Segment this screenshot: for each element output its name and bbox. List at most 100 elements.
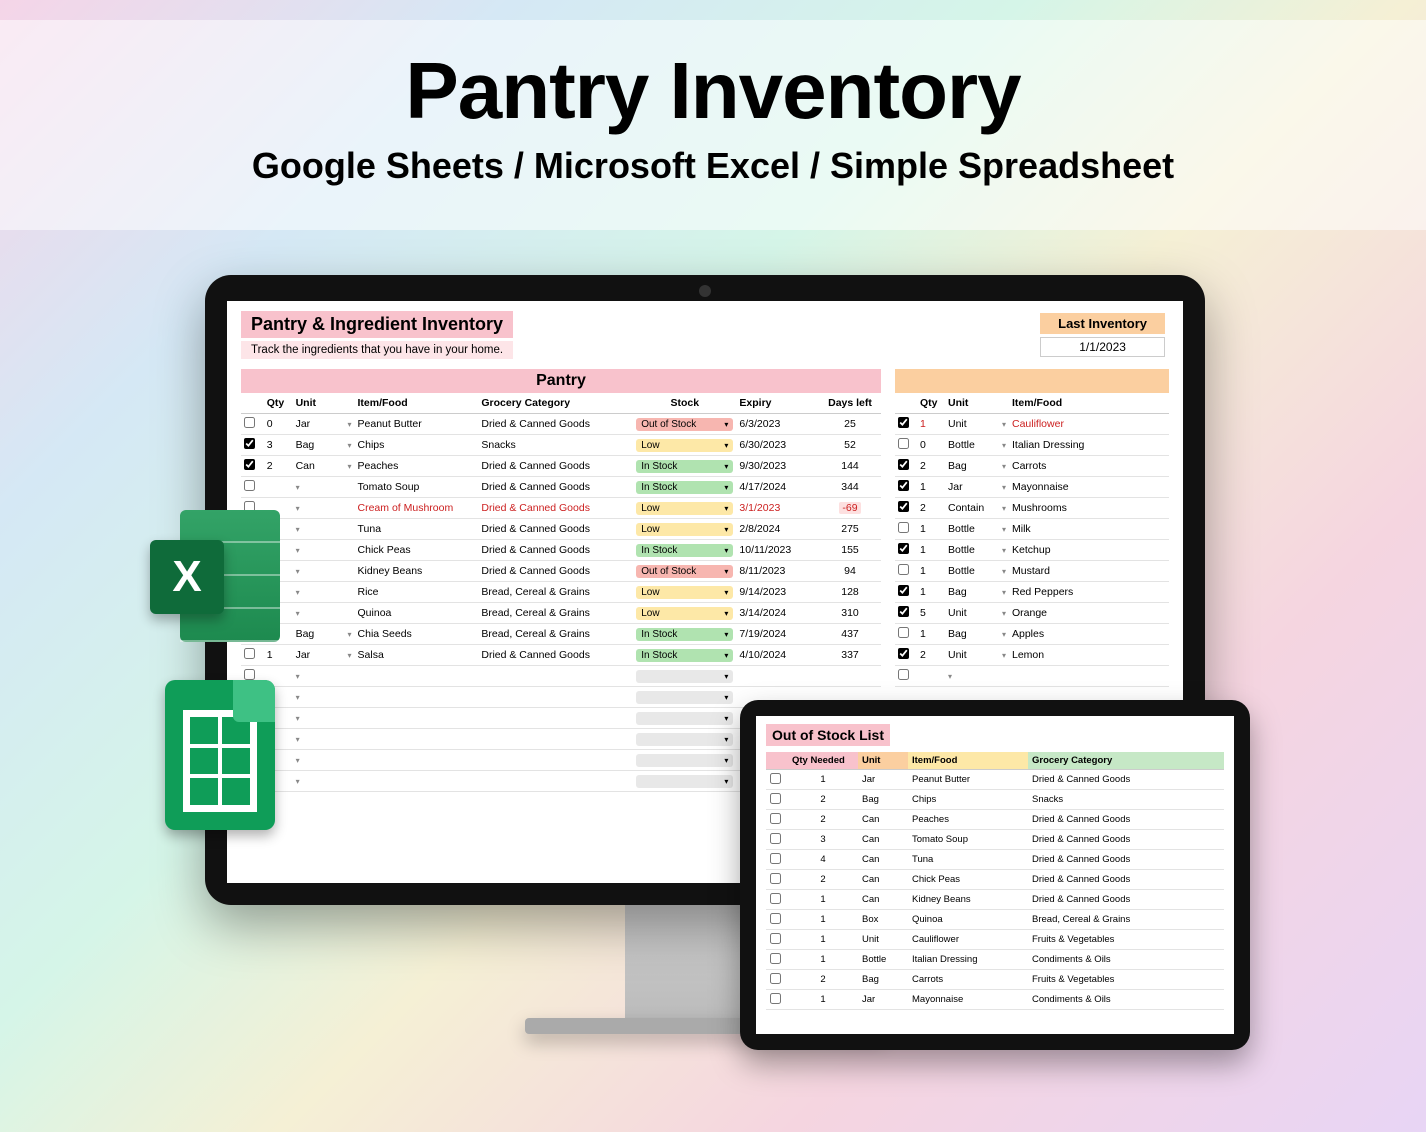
row-checkbox[interactable] — [770, 893, 781, 904]
cell-grocery[interactable]: Condiments & Oils — [1028, 950, 1224, 970]
cell-unit[interactable] — [293, 561, 355, 582]
cell-qty[interactable] — [264, 477, 293, 498]
cell-item[interactable]: Tuna — [908, 850, 1028, 870]
cell-grocery[interactable]: Bread, Cereal & Grains — [478, 624, 633, 645]
row-checkbox[interactable] — [898, 606, 909, 617]
row-checkbox[interactable] — [770, 933, 781, 944]
row-checkbox[interactable] — [898, 417, 909, 428]
cell-qty[interactable]: 2 — [264, 456, 293, 477]
cell-qty[interactable]: 1 — [788, 770, 858, 790]
cell-stock[interactable]: Low — [633, 498, 736, 519]
cell-grocery[interactable]: Dried & Canned Goods — [478, 477, 633, 498]
cell-grocery[interactable]: Fruits & Vegetables — [1028, 930, 1224, 950]
cell-item[interactable]: Red Peppers — [1009, 582, 1169, 603]
cell-item[interactable]: Carrots — [1009, 456, 1169, 477]
cell-qty[interactable]: 2 — [917, 498, 945, 519]
cell-unit[interactable]: Bottle — [945, 435, 1009, 456]
cell-grocery[interactable]: Bread, Cereal & Grains — [1028, 910, 1224, 930]
cell-expiry[interactable]: 7/19/2024 — [736, 624, 819, 645]
cell-item[interactable]: Peanut Butter — [908, 770, 1028, 790]
cell-qty[interactable]: 3 — [264, 435, 293, 456]
cell-expiry[interactable]: 8/11/2023 — [736, 561, 819, 582]
cell-unit[interactable]: Bag — [858, 790, 908, 810]
row-checkbox[interactable] — [770, 953, 781, 964]
cell-item[interactable]: Rice — [355, 582, 479, 603]
cell-grocery[interactable]: Bread, Cereal & Grains — [478, 582, 633, 603]
cell-stock[interactable]: Low — [633, 582, 736, 603]
cell-stock[interactable]: In Stock — [633, 477, 736, 498]
cell-grocery[interactable]: Dried & Canned Goods — [1028, 810, 1224, 830]
cell-item[interactable]: Italian Dressing — [1009, 435, 1169, 456]
row-checkbox[interactable] — [770, 973, 781, 984]
cell-unit[interactable]: Bag — [293, 435, 355, 456]
cell-item[interactable]: Quinoa — [908, 910, 1028, 930]
cell-item[interactable]: Chick Peas — [355, 540, 479, 561]
cell-qty[interactable]: 2 — [788, 790, 858, 810]
cell-item[interactable]: Peanut Butter — [355, 414, 479, 435]
cell-qty[interactable]: 4 — [788, 850, 858, 870]
cell-unit[interactable]: Unit — [858, 930, 908, 950]
cell-grocery[interactable]: Dried & Canned Goods — [478, 519, 633, 540]
cell-unit[interactable] — [293, 498, 355, 519]
cell-qty[interactable]: 0 — [917, 435, 945, 456]
row-checkbox[interactable] — [770, 833, 781, 844]
cell-item[interactable]: Kidney Beans — [355, 561, 479, 582]
cell-qty[interactable]: 2 — [788, 810, 858, 830]
cell-qty[interactable]: 1 — [917, 414, 945, 435]
cell-unit[interactable]: Can — [858, 810, 908, 830]
cell-qty[interactable]: 2 — [917, 456, 945, 477]
cell-stock[interactable]: Low — [633, 603, 736, 624]
cell-grocery[interactable]: Dried & Canned Goods — [1028, 870, 1224, 890]
cell-item[interactable]: Lemon — [1009, 645, 1169, 666]
cell-item[interactable]: Chick Peas — [908, 870, 1028, 890]
cell-grocery[interactable]: Snacks — [1028, 790, 1224, 810]
cell-item[interactable]: Kidney Beans — [908, 890, 1028, 910]
cell-grocery[interactable]: Dried & Canned Goods — [478, 456, 633, 477]
cell-item[interactable]: Tomato Soup — [908, 830, 1028, 850]
cell-grocery[interactable]: Dried & Canned Goods — [478, 498, 633, 519]
cell-unit[interactable]: Box — [858, 910, 908, 930]
cell-unit[interactable]: Unit — [945, 645, 1009, 666]
cell-qty[interactable]: 1 — [788, 990, 858, 1010]
cell-qty[interactable]: 5 — [917, 603, 945, 624]
cell-grocery[interactable]: Dried & Canned Goods — [1028, 830, 1224, 850]
cell-unit[interactable]: Can — [858, 850, 908, 870]
cell-grocery[interactable]: Bread, Cereal & Grains — [478, 603, 633, 624]
cell-item[interactable]: Mayonnaise — [908, 990, 1028, 1010]
cell-stock[interactable]: Out of Stock — [633, 561, 736, 582]
cell-item[interactable]: Ketchup — [1009, 540, 1169, 561]
cell-unit[interactable]: Bag — [293, 624, 355, 645]
cell-stock[interactable]: Low — [633, 519, 736, 540]
cell-qty[interactable]: 1 — [788, 910, 858, 930]
cell-unit[interactable] — [293, 603, 355, 624]
cell-item[interactable]: Peaches — [908, 810, 1028, 830]
cell-grocery[interactable]: Dried & Canned Goods — [478, 540, 633, 561]
row-checkbox[interactable] — [898, 669, 909, 680]
cell-expiry[interactable]: 2/8/2024 — [736, 519, 819, 540]
cell-item[interactable]: Tuna — [355, 519, 479, 540]
cell-unit[interactable]: Bottle — [858, 950, 908, 970]
cell-expiry[interactable]: 9/14/2023 — [736, 582, 819, 603]
row-checkbox[interactable] — [898, 459, 909, 470]
cell-unit[interactable]: Jar — [858, 990, 908, 1010]
cell-qty[interactable]: 1 — [917, 582, 945, 603]
cell-qty[interactable]: 1 — [917, 519, 945, 540]
cell-unit[interactable]: Bottle — [945, 561, 1009, 582]
cell-grocery[interactable]: Dried & Canned Goods — [1028, 850, 1224, 870]
cell-unit[interactable]: Can — [293, 456, 355, 477]
cell-unit[interactable]: Bag — [945, 624, 1009, 645]
row-checkbox[interactable] — [898, 522, 909, 533]
row-checkbox[interactable] — [244, 480, 255, 491]
cell-expiry[interactable]: 3/14/2024 — [736, 603, 819, 624]
cell-item[interactable]: Milk — [1009, 519, 1169, 540]
row-checkbox[interactable] — [898, 648, 909, 659]
cell-item[interactable]: Chips — [908, 790, 1028, 810]
cell-item[interactable]: Quinoa — [355, 603, 479, 624]
row-checkbox[interactable] — [898, 480, 909, 491]
row-checkbox[interactable] — [244, 669, 255, 680]
cell-qty[interactable]: 1 — [788, 950, 858, 970]
row-checkbox[interactable] — [770, 853, 781, 864]
cell-unit[interactable]: Bag — [945, 582, 1009, 603]
row-checkbox[interactable] — [770, 993, 781, 1004]
cell-item[interactable]: Chia Seeds — [355, 624, 479, 645]
